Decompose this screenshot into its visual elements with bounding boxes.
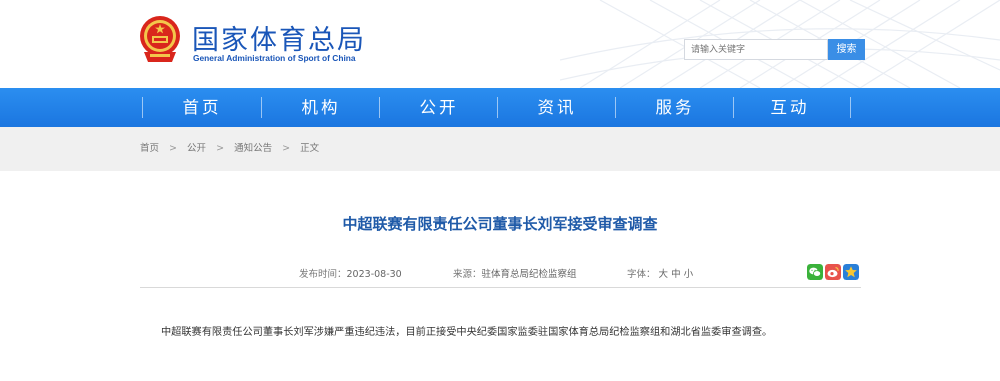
search-button[interactable]: 搜索 <box>828 39 865 60</box>
weibo-icon[interactable] <box>825 264 841 280</box>
nav-item-home[interactable]: 首页 <box>143 88 261 127</box>
main-nav: 首页 机构 公开 资讯 服务 互动 <box>0 88 1000 127</box>
font-medium-button[interactable]: 中 <box>671 269 681 280</box>
nav-item-services[interactable]: 服务 <box>616 88 734 127</box>
nav-item-interaction[interactable]: 互动 <box>731 88 849 127</box>
source-label: 来源： <box>453 269 482 280</box>
font-size-switcher: 字体： 大 中 小 <box>627 266 693 280</box>
nav-item-public[interactable]: 公开 <box>380 88 498 127</box>
font-large-button[interactable]: 大 <box>659 269 669 280</box>
font-size-label: 字体： <box>627 269 656 280</box>
qzone-icon[interactable] <box>843 264 859 280</box>
nav-item-news[interactable]: 资讯 <box>498 88 616 127</box>
breadcrumb-current: 正文 <box>300 143 320 154</box>
publish-date: 发布时间：2023-08-30 <box>299 266 402 280</box>
publish-date-label: 发布时间： <box>299 269 347 280</box>
breadcrumb-separator: > <box>216 143 225 154</box>
source-value: 驻体育总局纪检监察组 <box>481 269 577 280</box>
breadcrumb-separator: > <box>282 143 291 154</box>
national-emblem-icon <box>140 16 180 62</box>
article-source: 来源：驻体育总局纪检监察组 <box>453 266 577 280</box>
breadcrumb-home[interactable]: 首页 <box>140 127 159 171</box>
nav-item-organization[interactable]: 机构 <box>262 88 380 127</box>
search-input[interactable] <box>684 39 828 60</box>
meta-divider <box>140 287 861 288</box>
font-small-button[interactable]: 小 <box>684 269 694 280</box>
breadcrumb-separator: > <box>169 143 178 154</box>
breadcrumb-bar: 首页 > 公开 > 通知公告 > 正文 <box>0 127 1000 171</box>
publish-date-value: 2023-08-30 <box>346 269 402 280</box>
site-english-name: General Administration of Sport of China <box>193 53 356 63</box>
wechat-icon[interactable] <box>807 264 823 280</box>
nav-separator <box>850 97 851 118</box>
site-header: 国家体育总局 General Administration of Sport o… <box>0 0 1000 88</box>
site-name[interactable]: 国家体育总局 <box>192 18 366 57</box>
breadcrumb-public[interactable]: 公开 <box>187 127 206 171</box>
breadcrumb-notices[interactable]: 通知公告 <box>234 127 272 171</box>
breadcrumb: 首页 > 公开 > 通知公告 > 正文 <box>140 127 319 171</box>
article-title: 中超联赛有限责任公司董事长刘军接受审查调查 <box>342 215 658 233</box>
article-body: 中超联赛有限责任公司董事长刘军涉嫌严重违纪违法，目前正接受中央纪委国家监委驻国家… <box>161 327 773 338</box>
